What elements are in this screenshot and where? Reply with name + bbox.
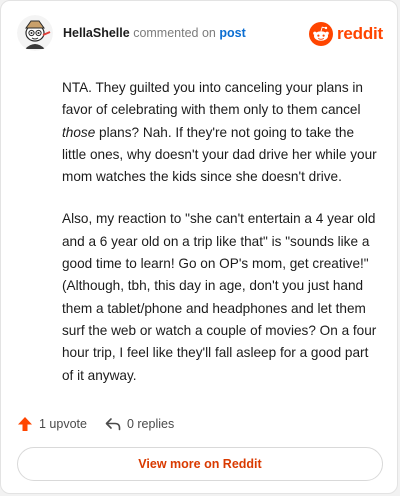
upvote-count: 1 upvote (39, 417, 87, 431)
paragraph-1-emphasis: those (62, 124, 96, 140)
comment-meta: HellaShelle commented on post (63, 26, 246, 40)
comment-header: HellaShelle commented on post reddit (17, 15, 383, 55)
avatar-image (17, 15, 53, 51)
comment-embed-card: HellaShelle commented on post reddit NTA… (0, 0, 398, 494)
paragraph-1-text-a: NTA. They guilted you into canceling you… (62, 80, 363, 118)
reddit-wordmark: reddit (336, 24, 383, 43)
reddit-brand[interactable]: reddit (308, 21, 383, 47)
view-more-on-reddit-button[interactable]: View more on Reddit (17, 447, 383, 481)
reddit-alien-icon (308, 22, 333, 46)
comment-body: NTA. They guilted you into canceling you… (62, 77, 380, 407)
user-avatar[interactable] (17, 15, 53, 51)
upvote-arrow-icon[interactable] (17, 416, 33, 432)
comment-paragraph-2: Also, my reaction to "she can't entertai… (62, 211, 377, 383)
reply-count: 0 replies (126, 417, 175, 431)
paragraph-1-text-b: plans? Nah. If they're not going to take… (62, 124, 377, 185)
username-link[interactable]: HellaShelle (63, 26, 130, 40)
comment-paragraph-1: NTA. They guilted you into canceling you… (62, 77, 380, 188)
commented-on-text: commented on (133, 26, 216, 40)
comment-footer: 1 upvote 0 replies (17, 413, 174, 435)
post-link[interactable]: post (219, 26, 245, 40)
reply-arrow-icon[interactable] (105, 416, 121, 432)
